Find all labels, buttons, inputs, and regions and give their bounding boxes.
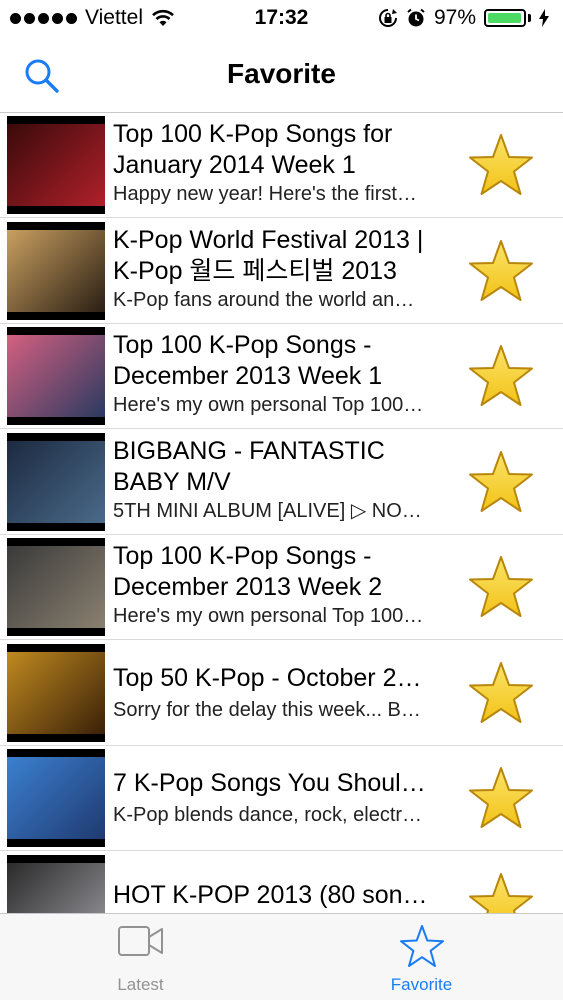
status-right: 97%: [378, 6, 549, 30]
battery-tip: [528, 14, 531, 22]
list-item[interactable]: HOT K-POP 2013 (80 son…: [0, 852, 563, 914]
favorite-star-icon[interactable]: [468, 766, 534, 830]
video-camera-icon: [0, 924, 281, 963]
battery-percent: 97%: [433, 6, 476, 29]
item-subtitle: Here's my own personal Top 100…: [113, 394, 424, 416]
item-title: BIGBANG - FANTASTIC BABY M/V: [113, 436, 385, 496]
list-item[interactable]: K-Pop World Festival 2013 | K-Pop 월드 페스티…: [0, 219, 563, 324]
favorite-star-icon[interactable]: [468, 450, 534, 514]
tab-favorite[interactable]: Favorite: [281, 914, 562, 1001]
star-outline-icon: [281, 924, 562, 973]
favorite-star-icon[interactable]: [468, 344, 534, 408]
video-thumbnail: [7, 432, 105, 531]
favorite-star-icon[interactable]: [468, 555, 534, 619]
video-thumbnail: [7, 327, 105, 425]
tab-latest[interactable]: Latest: [0, 914, 281, 1001]
battery-icon: [484, 9, 526, 27]
alarm-icon: [407, 8, 425, 27]
rotation-lock-icon: [379, 9, 397, 27]
item-title: K-Pop World Festival 2013 | K-Pop 월드 페스티…: [113, 225, 424, 285]
item-title: HOT K-POP 2013 (80 son…: [113, 880, 428, 909]
list-item[interactable]: BIGBANG - FANTASTIC BABY M/V 5TH MINI ALB…: [0, 430, 563, 535]
video-thumbnail: [7, 854, 105, 913]
item-subtitle: 5TH MINI ALBUM [ALIVE] ▷ NO…: [113, 499, 422, 522]
list-item[interactable]: Top 50 K-Pop - October 2… Sorry for the d…: [0, 641, 563, 746]
video-thumbnail: [7, 116, 105, 214]
favorite-star-icon[interactable]: [468, 661, 534, 725]
favorite-star-icon[interactable]: [468, 239, 534, 303]
item-subtitle: Happy new year! Here's the first…: [113, 183, 417, 205]
favorite-star-icon[interactable]: [468, 872, 534, 914]
item-title: Top 100 K-Pop Songs - December 2013 Week…: [113, 331, 383, 390]
item-subtitle: K-Pop blends dance, rock, electr…: [113, 804, 423, 826]
video-thumbnail: [7, 221, 105, 320]
favorite-star-icon[interactable]: [468, 133, 534, 197]
list-item[interactable]: Top 100 K-Pop Songs - December 2013 Week…: [0, 324, 563, 429]
item-subtitle: Here's my own personal Top 100…: [113, 605, 424, 627]
navigation-bar: Favorite: [0, 38, 563, 113]
page-title: Favorite: [227, 58, 336, 89]
item-title: Top 100 K-Pop Songs for January 2014 Wee…: [113, 120, 393, 179]
item-title: Top 50 K-Pop - October 2…: [113, 663, 422, 692]
item-subtitle: K-Pop fans around the world an…: [113, 288, 415, 311]
video-thumbnail: [7, 643, 105, 742]
favorites-list: Top 100 K-Pop Songs for January 2014 Wee…: [0, 113, 563, 913]
list-item[interactable]: Top 100 K-Pop Songs - December 2013 Week…: [0, 535, 563, 640]
tab-label-latest: Latest: [117, 975, 164, 994]
tab-bar: Latest Favorite: [0, 913, 563, 1000]
status-bar: Viettel 17:32 97%: [0, 0, 563, 38]
item-title: 7 K-Pop Songs You Shoul…: [113, 769, 426, 797]
tab-label-favorite: Favorite: [390, 975, 453, 994]
video-thumbnail: [7, 749, 105, 847]
list-item[interactable]: Top 100 K-Pop Songs for January 2014 Wee…: [0, 113, 563, 218]
charging-icon: [539, 9, 549, 27]
item-title: Top 100 K-Pop Songs - December 2013 Week…: [113, 542, 383, 601]
item-subtitle: Sorry for the delay this week... B…: [113, 698, 421, 721]
video-thumbnail: [7, 538, 105, 636]
list-item[interactable]: 7 K-Pop Songs You Shoul… K-Pop blends dan…: [0, 746, 563, 851]
